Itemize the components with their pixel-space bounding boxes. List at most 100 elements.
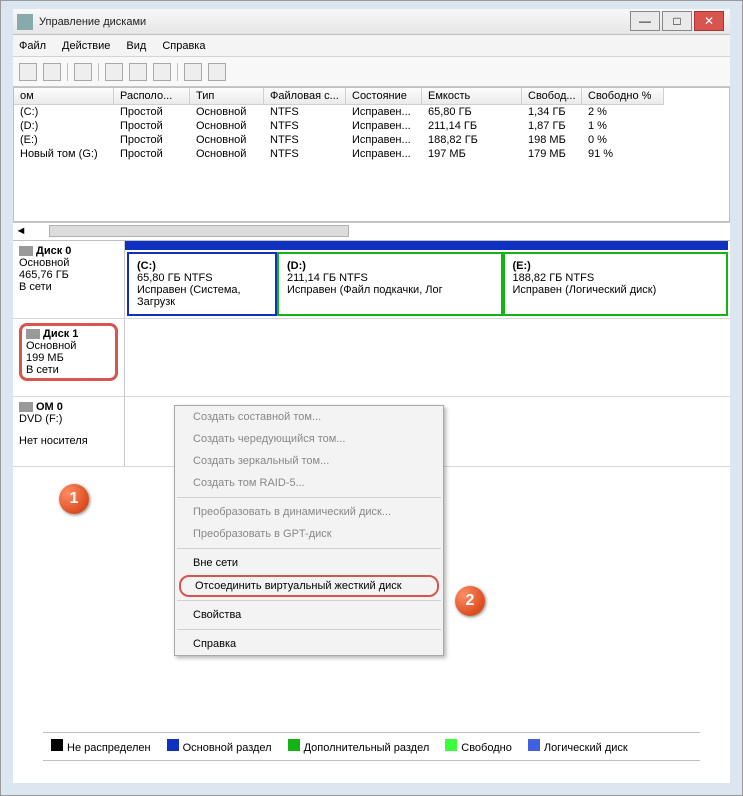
menu-convert-gpt: Преобразовать в GPT-диск — [175, 523, 443, 545]
menu-properties[interactable]: Свойства — [175, 604, 443, 626]
disk-header-bar — [125, 241, 728, 250]
cell: 197 МБ — [422, 147, 522, 161]
menu-help[interactable]: Справка — [162, 40, 205, 52]
table-row[interactable]: (C:)ПростойОсновнойNTFSИсправен...65,80 … — [14, 105, 729, 119]
cell: 179 МБ — [522, 147, 582, 161]
table-row[interactable]: Новый том (G:)ПростойОсновнойNTFSИсправе… — [14, 147, 729, 161]
menu-convert-dynamic: Преобразовать в динамический диск... — [175, 501, 443, 523]
legend-primary: Основной раздел — [183, 742, 272, 754]
cell: Простой — [114, 133, 190, 147]
horizontal-scrollbar[interactable]: ◄ — [13, 222, 730, 238]
menu-view[interactable]: Вид — [126, 40, 146, 52]
disk-name: Диск 0 — [36, 245, 71, 257]
legend-free: Свободно — [461, 742, 512, 754]
cell: 1 % — [582, 119, 664, 133]
cell: NTFS — [264, 133, 346, 147]
dvd-device: DVD (F:) — [19, 413, 118, 425]
menu-create-spanned: Создать составной том... — [175, 406, 443, 428]
legend: Не распределен Основной раздел Дополните… — [43, 732, 700, 761]
volume-table: ом Располо... Тип Файловая с... Состояни… — [13, 87, 730, 222]
col-name[interactable]: ом — [14, 88, 114, 105]
annotation-marker-2: 2 — [455, 586, 485, 616]
legend-unallocated: Не распределен — [67, 742, 151, 754]
cell: NTFS — [264, 105, 346, 119]
disk-size: 465,76 ГБ — [19, 269, 118, 281]
cell: (E:) — [14, 133, 114, 147]
menubar: Файл Действие Вид Справка — [13, 35, 730, 57]
titlebar: Управление дисками — [13, 9, 730, 35]
disk-state: В сети — [19, 281, 118, 293]
cell: 198 МБ — [522, 133, 582, 147]
legend-logical: Логический диск — [544, 742, 628, 754]
partition-e[interactable]: (E:) 188,82 ГБ NTFS Исправен (Логический… — [503, 252, 729, 316]
cell: 1,34 ГБ — [522, 105, 582, 119]
close-button[interactable]: ✕ — [694, 11, 724, 31]
menu-offline[interactable]: Вне сети — [175, 552, 443, 574]
partition-c[interactable]: (C:) 65,80 ГБ NTFS Исправен (Система, За… — [127, 252, 277, 316]
disk-state: В сети — [26, 364, 111, 376]
cell: Исправен... — [346, 133, 422, 147]
cell: Новый том (G:) — [14, 147, 114, 161]
disk-type: Основной — [26, 340, 111, 352]
list-icon[interactable] — [129, 63, 147, 81]
minimize-button[interactable]: — — [630, 11, 660, 31]
cell: 211,14 ГБ — [422, 119, 522, 133]
col-fs[interactable]: Файловая с... — [264, 88, 346, 105]
cell: 91 % — [582, 147, 664, 161]
menu-action[interactable]: Действие — [62, 40, 110, 52]
cell: Простой — [114, 105, 190, 119]
cell: Простой — [114, 119, 190, 133]
col-type[interactable]: Тип — [190, 88, 264, 105]
cell: 0 % — [582, 133, 664, 147]
cell: 188,82 ГБ — [422, 133, 522, 147]
disk-type: Основной — [19, 257, 118, 269]
legend-extended: Дополнительный раздел — [304, 742, 430, 754]
disk-row-0[interactable]: Диск 0 Основной 465,76 ГБ В сети (C:) 65… — [13, 241, 730, 319]
col-free[interactable]: Свобод... — [522, 88, 582, 105]
settings-icon[interactable] — [208, 63, 226, 81]
col-freepct[interactable]: Свободно % — [582, 88, 664, 105]
menu-help[interactable]: Справка — [175, 633, 443, 655]
cell: 2 % — [582, 105, 664, 119]
disk-icon — [19, 246, 33, 256]
back-icon[interactable] — [19, 63, 37, 81]
maximize-button[interactable]: □ — [662, 11, 692, 31]
disk-icon — [26, 329, 40, 339]
menu-create-mirrored: Создать зеркальный том... — [175, 450, 443, 472]
disk-size: 199 МБ — [26, 352, 111, 364]
cell: Основной — [190, 105, 264, 119]
menu-create-striped: Создать чередующийся том... — [175, 428, 443, 450]
cell: Основной — [190, 147, 264, 161]
table-row[interactable]: (E:)ПростойОсновнойNTFSИсправен...188,82… — [14, 133, 729, 147]
cell: NTFS — [264, 147, 346, 161]
toolbar — [13, 57, 730, 87]
cell: (C:) — [14, 105, 114, 119]
menu-file[interactable]: Файл — [19, 40, 46, 52]
cell: Простой — [114, 147, 190, 161]
cell: 65,80 ГБ — [422, 105, 522, 119]
dvd-status: Нет носителя — [19, 435, 118, 447]
view-icon[interactable] — [74, 63, 92, 81]
cell: NTFS — [264, 119, 346, 133]
cell: Исправен... — [346, 147, 422, 161]
cell: Исправен... — [346, 119, 422, 133]
detail-icon[interactable] — [153, 63, 171, 81]
forward-icon[interactable] — [43, 63, 61, 81]
partition-d[interactable]: (D:) 211,14 ГБ NTFS Исправен (Файл подка… — [277, 252, 503, 316]
disk-name: Диск 1 — [43, 328, 78, 340]
cell: 1,87 ГБ — [522, 119, 582, 133]
app-icon — [17, 14, 33, 30]
help-icon[interactable] — [105, 63, 123, 81]
col-status[interactable]: Состояние — [346, 88, 422, 105]
disk-row-1[interactable]: Диск 1 Основной 199 МБ В сети — [13, 319, 730, 397]
context-menu: Создать составной том... Создать чередую… — [174, 405, 444, 656]
col-capacity[interactable]: Емкость — [422, 88, 522, 105]
dvd-name: OM 0 — [36, 401, 63, 413]
table-row[interactable]: (D:)ПростойОсновнойNTFSИсправен...211,14… — [14, 119, 729, 133]
cell: (D:) — [14, 119, 114, 133]
refresh-icon[interactable] — [184, 63, 202, 81]
cell: Основной — [190, 119, 264, 133]
cell: Основной — [190, 133, 264, 147]
menu-detach-vhd[interactable]: Отсоединить виртуальный жесткий диск — [179, 575, 439, 597]
col-layout[interactable]: Располо... — [114, 88, 190, 105]
